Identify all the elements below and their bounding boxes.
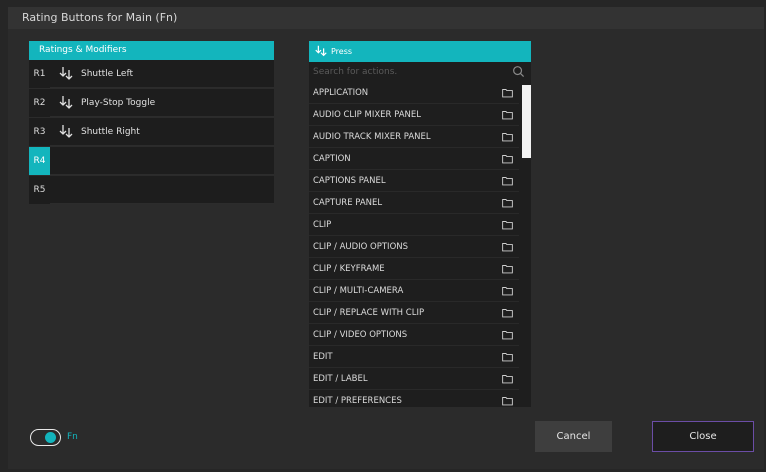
scrollbar-thumb[interactable] [522, 85, 531, 158]
rating-row-r1[interactable]: R1 Shuttle Left [29, 60, 274, 88]
row-divider [50, 174, 274, 175]
rating-id: R1 [33, 69, 46, 79]
row-divider [50, 203, 274, 204]
action-label: CLIP / VIDEO OPTIONS [313, 330, 408, 340]
row-divider [50, 116, 274, 117]
action-label: EDIT [313, 352, 333, 362]
folder-icon[interactable] [502, 88, 513, 98]
cancel-button[interactable]: Cancel [535, 421, 612, 452]
close-button[interactable]: Close [652, 421, 754, 452]
rating-id: R3 [33, 127, 46, 137]
action-list-item[interactable]: AUDIO TRACK MIXER PANEL [309, 126, 519, 148]
action-label: EDIT / PREFERENCES [313, 396, 402, 406]
ratings-header-label: Ratings & Modifiers [39, 45, 127, 55]
folder-icon[interactable] [502, 176, 513, 186]
action-list-item[interactable]: EDIT / PREFERENCES [309, 390, 519, 407]
action-list-item[interactable]: APPLICATION [309, 82, 519, 104]
rating-action-label: Play-Stop Toggle [81, 98, 156, 108]
rating-action-label: Shuttle Left [81, 69, 134, 79]
row-divider [50, 87, 274, 88]
action-label: AUDIO CLIP MIXER PANEL [313, 110, 421, 120]
press-arrow-icon [59, 125, 73, 138]
rating-row-r5[interactable]: R5 [29, 176, 274, 204]
action-list[interactable]: EDIT / PREFERENCES EDIT / LABEL EDIT CLIP /… [309, 82, 531, 407]
rating-row-r4[interactable]: R4 [29, 147, 274, 175]
action-label: AUDIO TRACK MIXER PANEL [313, 132, 431, 142]
folder-icon[interactable] [502, 198, 513, 208]
rating-row-r3[interactable]: R3 Shuttle Right [29, 118, 274, 146]
action-list-item[interactable]: CLIP / KEYFRAME [309, 258, 519, 280]
folder-icon[interactable] [502, 132, 513, 142]
action-label: APPLICATION [313, 88, 369, 98]
folder-icon[interactable] [502, 330, 513, 340]
action-label: CLIP / REPLACE WITH CLIP [313, 308, 425, 318]
rating-id: R2 [33, 98, 46, 108]
rating-buttons-dialog: Rating Buttons for Main (Fn) Ratings & M… [8, 7, 764, 469]
action-list-item[interactable]: EDIT [309, 346, 519, 368]
press-header-label: Press [331, 47, 353, 56]
folder-icon[interactable] [502, 286, 513, 296]
action-label: CLIP / KEYFRAME [313, 264, 385, 274]
action-list-item[interactable]: CAPTION [309, 148, 519, 170]
folder-icon[interactable] [502, 264, 513, 274]
press-header[interactable]: Press [309, 41, 531, 62]
rating-row-r2[interactable]: R2 Play-Stop Toggle [29, 89, 274, 117]
action-label: EDIT / LABEL [313, 374, 368, 384]
row-divider [50, 145, 274, 146]
rating-action-label: Shuttle Right [81, 127, 140, 137]
action-list-item[interactable]: CLIP / AUDIO OPTIONS [309, 236, 519, 258]
action-list-item[interactable]: CLIP / MULTI-CAMERA [309, 280, 519, 302]
ratings-header: Ratings & Modifiers [29, 41, 274, 60]
action-list-item[interactable]: CAPTURE PANEL [309, 192, 519, 214]
press-arrow-icon [315, 45, 327, 57]
action-label: CAPTIONS PANEL [313, 176, 386, 186]
action-list-item[interactable]: CLIP / VIDEO OPTIONS [309, 324, 519, 346]
folder-icon[interactable] [502, 396, 513, 406]
fn-label: Fn [67, 432, 78, 442]
folder-icon[interactable] [502, 220, 513, 230]
action-list-item[interactable]: CAPTIONS PANEL [309, 170, 519, 192]
action-list-item[interactable]: CLIP [309, 214, 519, 236]
action-label: CLIP / AUDIO OPTIONS [313, 242, 409, 252]
folder-icon[interactable] [502, 352, 513, 362]
rating-id: R5 [33, 185, 46, 195]
press-arrow-icon [59, 67, 73, 80]
action-label: CLIP / MULTI-CAMERA [313, 286, 404, 296]
action-list-item[interactable]: EDIT / LABEL [309, 368, 519, 390]
fn-toggle[interactable] [30, 429, 61, 446]
action-list-item[interactable]: CLIP / REPLACE WITH CLIP [309, 302, 519, 324]
action-label: CAPTURE PANEL [313, 198, 383, 208]
folder-icon[interactable] [502, 308, 513, 318]
action-label: CLIP [313, 220, 332, 230]
rating-id: R4 [29, 147, 50, 175]
search-placeholder: Search for actions. [313, 67, 398, 77]
dialog-title: Rating Buttons for Main (Fn) [22, 11, 178, 24]
title-bar: Rating Buttons for Main (Fn) [8, 7, 764, 29]
action-label: CAPTION [313, 154, 351, 164]
search-input[interactable]: Search for actions. [309, 62, 531, 82]
fn-toggle-knob [45, 432, 56, 443]
folder-icon[interactable] [502, 110, 513, 120]
folder-icon[interactable] [502, 374, 513, 384]
action-list-item[interactable]: AUDIO CLIP MIXER PANEL [309, 104, 519, 126]
press-arrow-icon [59, 96, 73, 109]
folder-icon[interactable] [502, 154, 513, 164]
search-icon[interactable] [512, 65, 525, 78]
folder-icon[interactable] [502, 242, 513, 252]
